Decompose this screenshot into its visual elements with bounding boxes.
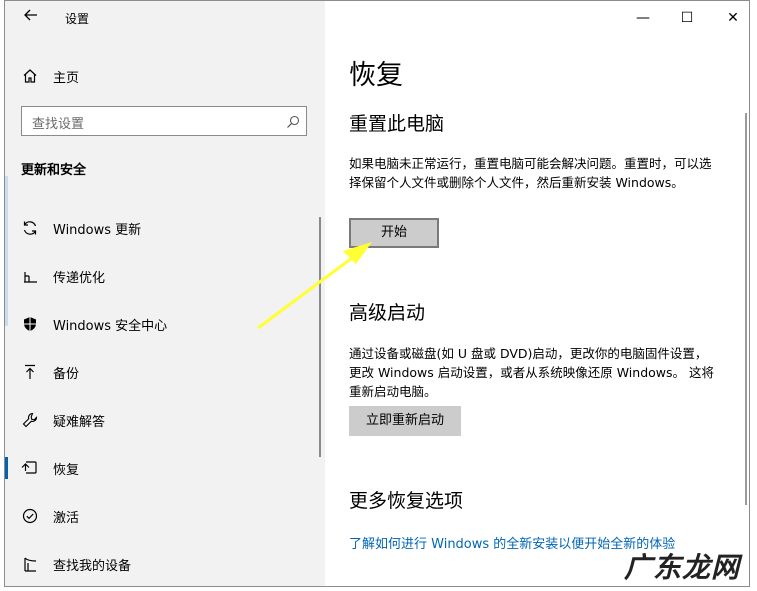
- more-options-heading: 更多恢复选项: [349, 490, 464, 512]
- advanced-startup-heading: 高级启动: [349, 302, 426, 324]
- sidebar: 设置 主页 查找设置 更新和安全 Windows 更新 传递优化 Windows…: [5, 1, 325, 586]
- sidebar-item-label: 疑难解答: [53, 415, 106, 430]
- sidebar-item-recovery[interactable]: 恢复: [5, 453, 325, 483]
- close-button[interactable]: ✕: [723, 9, 743, 27]
- main-content: — ☐ ✕ 恢复 重置此电脑 如果电脑未正常运行，重置电脑可能会解决问题。重置时…: [325, 1, 749, 586]
- sidebar-item-find-my-device[interactable]: 查找我的设备: [5, 549, 325, 579]
- sidebar-scrollbar[interactable]: [319, 217, 321, 457]
- sidebar-item-label: Windows 安全中心: [53, 319, 168, 334]
- home-icon: [21, 67, 39, 85]
- search-placeholder: 查找设置: [32, 117, 85, 132]
- sidebar-item-label: 查找我的设备: [53, 559, 132, 574]
- section-title: 更新和安全: [21, 163, 87, 178]
- sidebar-item-label: 备份: [53, 367, 80, 382]
- restart-now-button[interactable]: 立即重新启动: [349, 406, 461, 436]
- page-title: 恢复: [349, 60, 403, 91]
- sidebar-item-backup[interactable]: 备份: [5, 357, 325, 387]
- activation-check-icon: [21, 507, 39, 525]
- sidebar-item-label: 主页: [53, 71, 80, 86]
- settings-window: 设置 主页 查找设置 更新和安全 Windows 更新 传递优化 Windows…: [4, 0, 750, 587]
- sidebar-item-label: 恢复: [53, 463, 80, 478]
- start-reset-button[interactable]: 开始: [349, 218, 439, 248]
- reset-description: 如果电脑未正常运行，重置电脑可能会解决问题。重置时，可以选择保留个人文件或删除个…: [349, 156, 712, 190]
- wrench-icon: [21, 411, 39, 429]
- watermark-text: 广东龙网: [624, 551, 741, 584]
- sidebar-item-windows-security[interactable]: Windows 安全中心: [5, 309, 325, 339]
- shield-icon: [21, 315, 39, 333]
- sidebar-item-delivery-optimization[interactable]: 传递优化: [5, 261, 325, 291]
- search-input[interactable]: 查找设置: [21, 106, 307, 136]
- back-arrow-icon[interactable]: [19, 7, 43, 29]
- backup-arrow-icon: [21, 363, 39, 381]
- app-title: 设置: [65, 12, 90, 26]
- search-icon: [286, 114, 300, 128]
- watermark-logo: 广东龙网: [620, 542, 750, 586]
- sidebar-item-troubleshoot[interactable]: 疑难解答: [5, 405, 325, 435]
- find-device-icon: [21, 555, 39, 573]
- sidebar-item-label: Windows 更新: [53, 223, 142, 238]
- sidebar-item-home[interactable]: 主页: [5, 63, 325, 89]
- main-scrollbar[interactable]: [745, 113, 747, 505]
- reset-heading: 重置此电脑: [349, 113, 445, 135]
- sidebar-item-label: 激活: [53, 511, 80, 526]
- recovery-icon: [21, 459, 39, 477]
- maximize-button[interactable]: ☐: [677, 9, 697, 27]
- background-window-edge: [5, 176, 8, 326]
- sidebar-item-windows-update[interactable]: Windows 更新: [5, 213, 325, 243]
- minimize-button[interactable]: —: [633, 9, 653, 27]
- active-indicator: [5, 457, 8, 479]
- sidebar-item-label: 传递优化: [53, 271, 106, 286]
- sidebar-item-activation[interactable]: 激活: [5, 501, 325, 531]
- delivery-optimization-icon: [21, 267, 39, 285]
- title-bar: 设置: [5, 1, 325, 35]
- sync-icon: [21, 219, 39, 237]
- advanced-startup-description: 通过设备或磁盘(如 U 盘或 DVD)启动，更改你的电脑固件设置，更改 Wind…: [349, 346, 714, 399]
